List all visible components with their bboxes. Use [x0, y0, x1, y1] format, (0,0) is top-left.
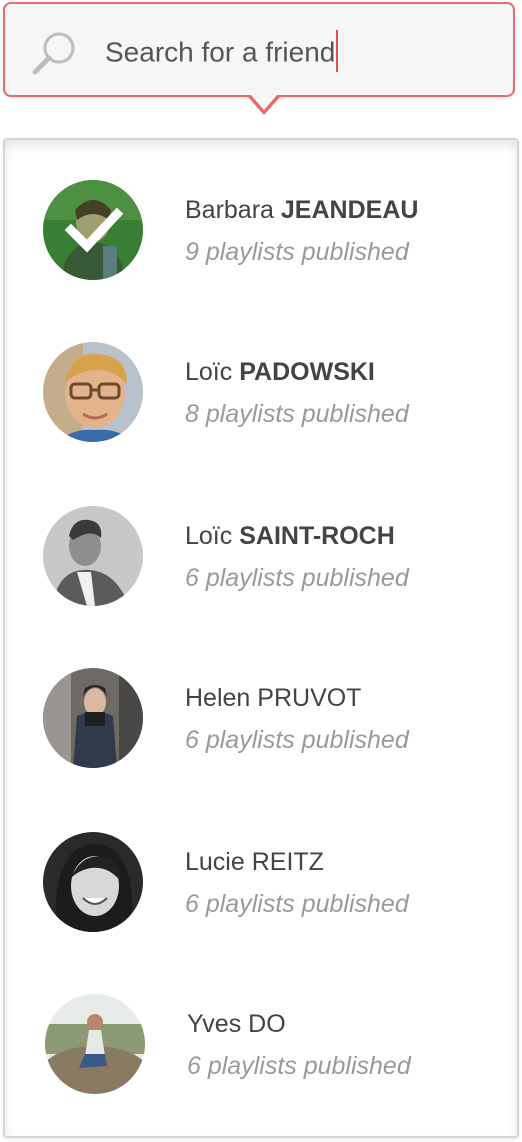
- search-icon: [29, 28, 79, 78]
- friend-name: Barbara JEANDEAU: [185, 194, 418, 226]
- friend-list-item[interactable]: Barbara JEANDEAU 9 playlists published: [5, 156, 517, 286]
- friend-list-item[interactable]: Loïc SAINT-ROCH 6 playlists published: [5, 482, 517, 612]
- friend-last-name: PADOWSKI: [239, 358, 375, 386]
- playlist-count: 6 playlists published: [185, 726, 409, 754]
- avatar: [45, 994, 145, 1094]
- avatar: [43, 342, 143, 442]
- friend-last-name: DO: [248, 1010, 286, 1038]
- friend-list-item[interactable]: Yves DO 6 playlists published: [5, 970, 517, 1100]
- avatar: [43, 506, 143, 606]
- friend-first-name: Loïc: [185, 358, 233, 386]
- playlist-count: 6 playlists published: [185, 890, 409, 918]
- avatar: [43, 668, 143, 768]
- search-box[interactable]: Search for a friend: [3, 2, 515, 97]
- friend-name: Loïc PADOWSKI: [185, 356, 375, 388]
- friend-list-item[interactable]: Loïc PADOWSKI 8 playlists published: [5, 318, 517, 448]
- text-caret: [336, 30, 339, 72]
- friend-results-list: Barbara JEANDEAU 9 playlists published L…: [3, 138, 519, 1138]
- search-input[interactable]: Search for a friend: [105, 30, 339, 75]
- friend-name: Lucie REITZ: [185, 846, 324, 878]
- friend-first-name: Loïc: [185, 522, 233, 550]
- friend-first-name: Helen: [185, 684, 251, 712]
- playlist-count: 6 playlists published: [185, 564, 409, 592]
- friend-search-page: Search for a friend Barbara JEANDEAU 9 p…: [0, 0, 522, 1142]
- playlist-count: 8 playlists published: [185, 400, 409, 428]
- avatar: [43, 832, 143, 932]
- avatar: [43, 180, 143, 280]
- friend-name: Helen PRUVOT: [185, 682, 361, 714]
- friend-list-item[interactable]: Helen PRUVOT 6 playlists published: [5, 644, 517, 774]
- search-input-value: Search for a friend: [105, 36, 336, 68]
- friend-name: Loïc SAINT-ROCH: [185, 520, 395, 552]
- dropdown-pointer-fill: [251, 95, 277, 110]
- friend-last-name: REITZ: [251, 848, 324, 876]
- friend-first-name: Barbara: [185, 196, 274, 224]
- friend-first-name: Yves: [187, 1010, 242, 1038]
- friend-name: Yves DO: [187, 1008, 286, 1040]
- friend-first-name: Lucie: [185, 848, 245, 876]
- friend-list-item[interactable]: Lucie REITZ 6 playlists published: [5, 808, 517, 938]
- playlist-count: 9 playlists published: [185, 238, 409, 266]
- playlist-count: 6 playlists published: [187, 1052, 411, 1080]
- selected-check-icon: [43, 180, 143, 280]
- friend-last-name: SAINT-ROCH: [239, 522, 395, 550]
- friend-last-name: JEANDEAU: [280, 196, 419, 224]
- friend-last-name: PRUVOT: [257, 684, 362, 712]
